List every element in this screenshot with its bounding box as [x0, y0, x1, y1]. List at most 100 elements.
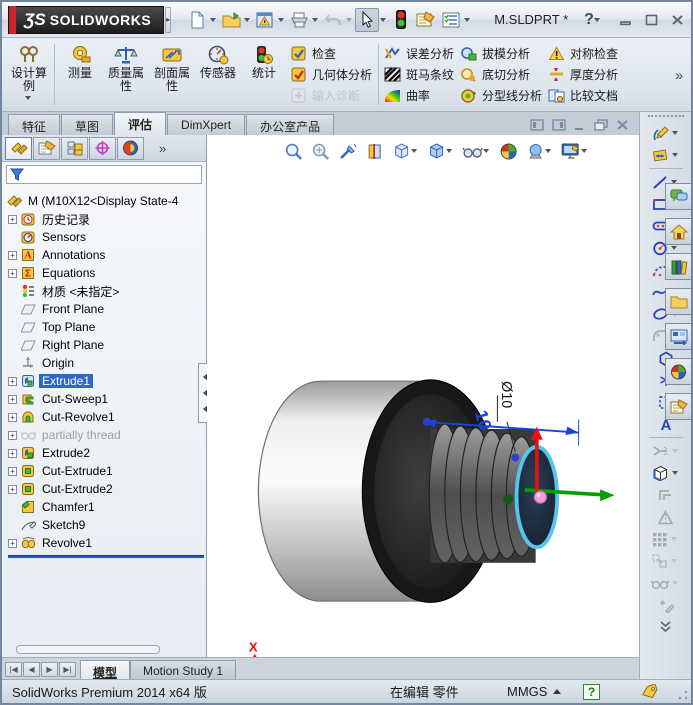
design-study-dropdown-icon[interactable] [25, 96, 31, 103]
expand-icon[interactable]: + [8, 215, 17, 224]
print-button[interactable] [287, 8, 311, 32]
resize-grip[interactable] [678, 690, 688, 700]
open-dropdown-icon[interactable] [244, 18, 250, 25]
tree-item-material[interactable]: 材质 <未指定> [6, 282, 206, 300]
tree-item-extrude2[interactable]: + Extrude2 [6, 444, 206, 462]
convert-entities-button[interactable] [640, 462, 691, 484]
hide-show-dropdown-icon[interactable] [483, 149, 489, 156]
design-study-button[interactable]: 设计算例 [6, 41, 52, 108]
help-button[interactable]: ? [584, 11, 594, 29]
motion-study-tab[interactable]: Motion Study 1 [130, 660, 236, 679]
doc-restore-icon[interactable] [594, 119, 608, 131]
tree-item-equations[interactable]: + Σ Equations [6, 264, 206, 282]
geometry-analysis-button[interactable]: 几何体分析 [291, 65, 372, 84]
tab-sketch[interactable]: 草图 [61, 114, 113, 135]
doc-minimize-icon[interactable] [574, 119, 586, 131]
dimxpert-manager-tab[interactable] [89, 137, 116, 160]
expand-icon[interactable]: + [8, 467, 17, 476]
print-dropdown-icon[interactable] [312, 18, 318, 25]
model-canvas[interactable]: Ø10 10 [207, 135, 691, 657]
curvature-button[interactable]: 曲率 [384, 86, 454, 105]
tab-office-products[interactable]: 办公室产品 [246, 114, 334, 135]
statistics-button[interactable]: 统计 [241, 41, 287, 108]
panel-collapse-handle[interactable] [198, 363, 207, 423]
tree-item-cut-revolve1[interactable]: + Cut-Revolve1 [6, 408, 206, 426]
thickness-analysis-button[interactable]: 厚度分析 [548, 65, 618, 84]
design-library-tab[interactable] [665, 253, 691, 280]
parting-line-analysis-button[interactable]: 分型线分析 [460, 86, 542, 105]
ribbon-overflow-button[interactable]: » [669, 67, 689, 83]
tab-dimxpert[interactable]: DimXpert [167, 114, 245, 135]
sketch-button[interactable] [640, 122, 691, 144]
part-model[interactable] [258, 380, 557, 602]
prev-tab-button[interactable]: ◀ [23, 662, 40, 677]
expand-icon[interactable]: + [8, 449, 17, 458]
edit-appearance-button[interactable] [497, 140, 520, 162]
select-button[interactable] [355, 8, 379, 32]
view-orientation-button[interactable] [390, 140, 421, 162]
tab-features[interactable]: 特征 [8, 114, 60, 135]
next-tab-button[interactable]: ▶ [41, 662, 58, 677]
model-tab[interactable]: 模型 [80, 660, 130, 679]
first-tab-button[interactable]: |◀ [5, 662, 22, 677]
view-palette-tab[interactable] [665, 323, 691, 350]
open-button[interactable] [219, 8, 243, 32]
custom-properties-tab[interactable] [665, 393, 691, 420]
maximize-button[interactable] [642, 11, 662, 29]
hide-show-items-button[interactable] [460, 140, 493, 162]
graphics-viewport[interactable]: Ø10 10 [207, 135, 691, 657]
smart-dimension-button[interactable] [640, 144, 691, 166]
appearances-scenes-tab[interactable] [665, 358, 691, 385]
last-tab-button[interactable]: ▶| [59, 662, 76, 677]
view-orientation-dropdown-icon[interactable] [411, 149, 417, 156]
apply-scene-dropdown-icon[interactable] [545, 149, 551, 156]
more-tools-button[interactable] [640, 616, 691, 638]
mass-properties-button[interactable]: 质量属性 [103, 41, 149, 108]
tree-item-sketch9[interactable]: Sketch9 [6, 516, 206, 534]
sketch-dropdown-icon[interactable] [672, 131, 678, 138]
expand-icon[interactable]: + [8, 485, 17, 494]
tree-item-right-plane[interactable]: Right Plane [6, 336, 206, 354]
toolbar-drag-handle[interactable] [648, 115, 684, 118]
units-selector[interactable]: MMGS [507, 684, 561, 699]
zebra-stripes-button[interactable]: 斑马条纹 [384, 65, 454, 84]
check-button[interactable]: 检查 [291, 44, 372, 63]
expand-icon[interactable]: + [8, 269, 17, 278]
display-manager-tab[interactable] [117, 137, 144, 160]
close-button[interactable] [668, 11, 688, 29]
tree-item-chamfer1[interactable]: Chamfer1 [6, 498, 206, 516]
view-settings-button[interactable] [559, 140, 591, 162]
home-tab[interactable] [665, 218, 691, 245]
tree-item-extrude1[interactable]: + Extrude1 [6, 372, 206, 390]
minimize-button[interactable] [616, 11, 636, 29]
options-button[interactable] [439, 8, 463, 32]
split-right-icon[interactable] [552, 119, 566, 131]
options-dropdown-icon[interactable] [464, 18, 470, 25]
file-explorer-tab[interactable] [665, 288, 691, 315]
tree-item-cut-extrude2[interactable]: + Cut-Extrude2 [6, 480, 206, 498]
measure-button[interactable]: 测量 [57, 41, 103, 108]
sensor-button[interactable]: 传感器 [195, 41, 241, 108]
tree-item-revolve1[interactable]: + Revolve1 [6, 534, 206, 552]
quick-tips-button[interactable]: ? [583, 684, 600, 700]
error-analysis-button[interactable]: 误差分析 [384, 44, 454, 63]
tree-item-history[interactable]: + 历史记录 [6, 210, 206, 228]
expand-icon[interactable]: + [8, 395, 17, 404]
zoom-fit-button[interactable] [282, 140, 305, 162]
help-dropdown-icon[interactable] [594, 18, 600, 25]
tree-item-cut-sweep1[interactable]: + Cut-Sweep1 [6, 390, 206, 408]
file-properties-button[interactable] [414, 8, 438, 32]
expand-icon[interactable]: + [8, 377, 17, 386]
select-dropdown-icon[interactable] [380, 18, 386, 25]
expand-icon[interactable]: + [8, 251, 17, 260]
tree-item-partially-thread[interactable]: + partially thread [6, 426, 206, 444]
section-view-button[interactable] [363, 140, 386, 162]
tree-item-cut-extrude1[interactable]: + Cut-Extrude1 [6, 462, 206, 480]
undo-button[interactable] [321, 8, 345, 32]
symmetry-check-button[interactable]: 对称检查 [548, 44, 618, 63]
new-dropdown-icon[interactable] [210, 18, 216, 25]
zoom-area-button[interactable] [309, 140, 332, 162]
feature-manager-tab[interactable] [5, 137, 32, 160]
rebuild-button[interactable] [389, 8, 413, 32]
convert-dropdown-icon[interactable] [672, 471, 678, 478]
